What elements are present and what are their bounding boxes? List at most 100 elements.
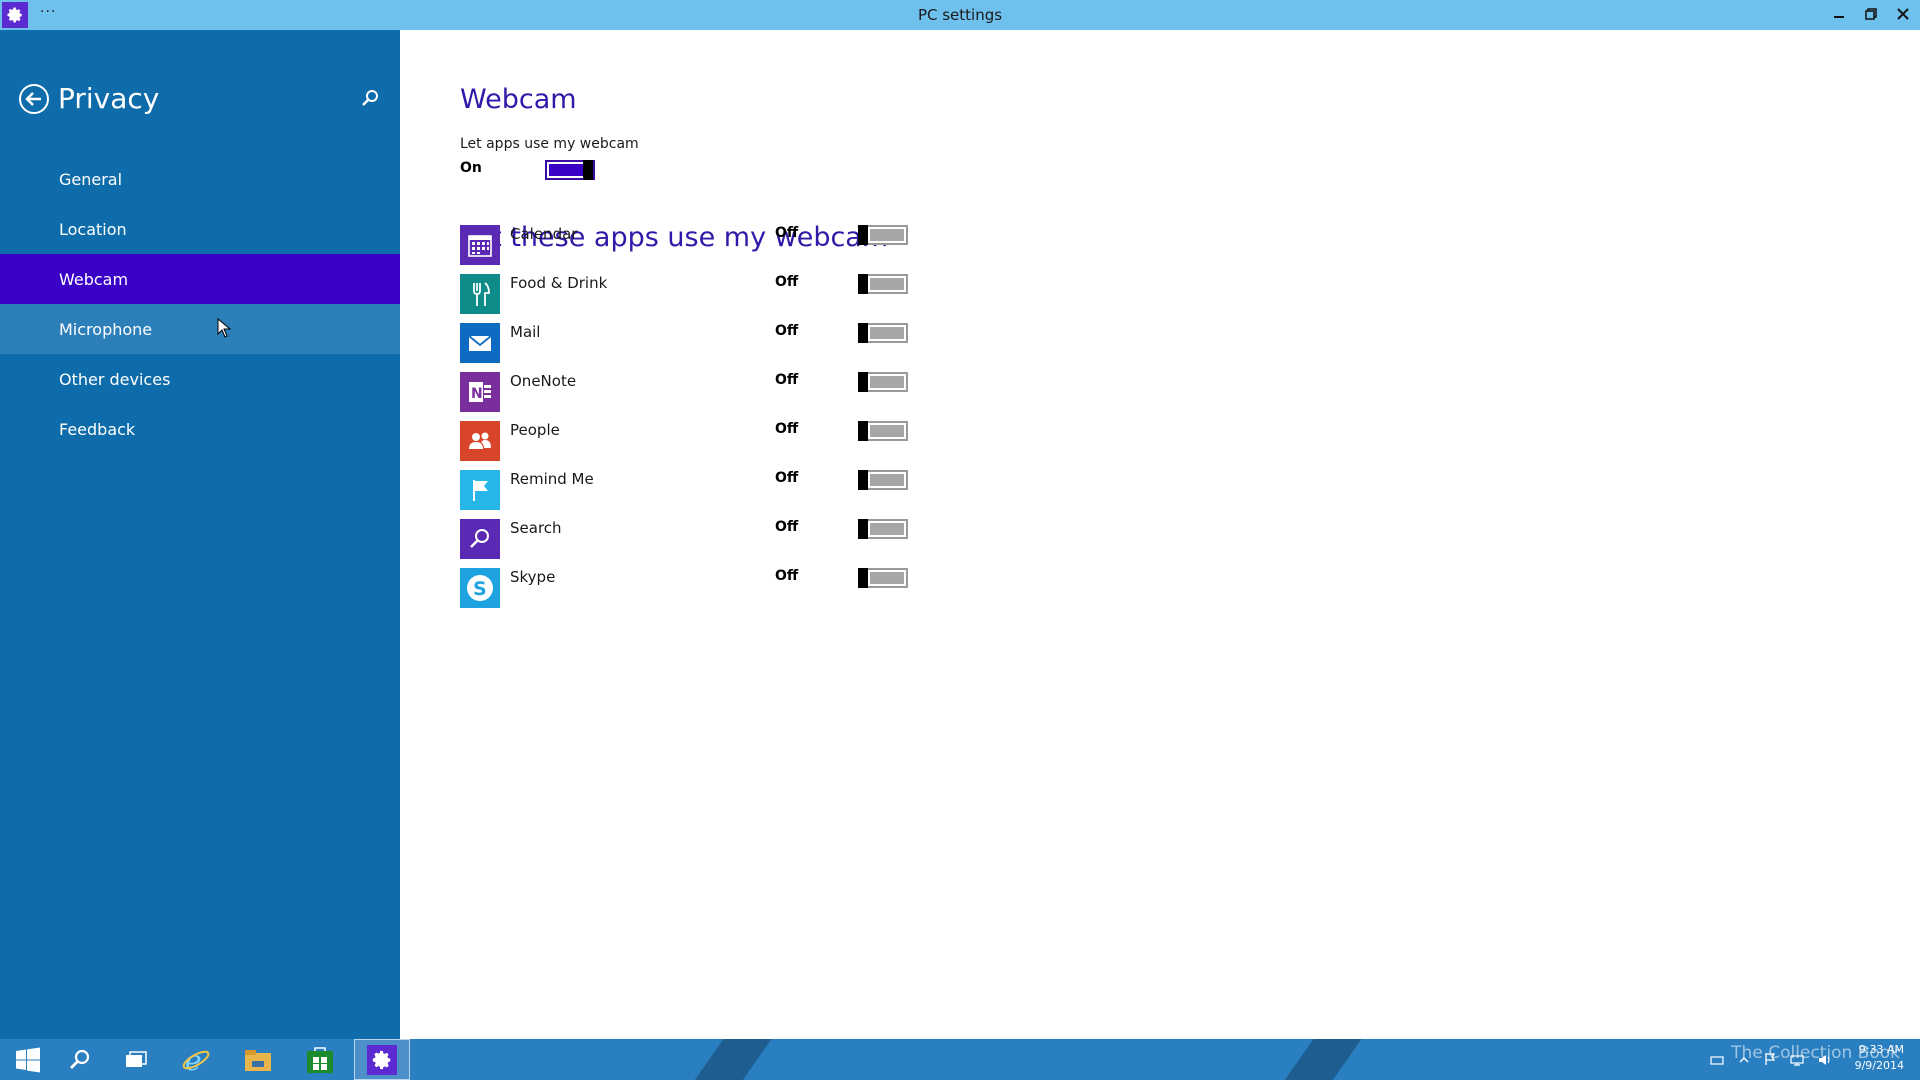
sidebar-item-label: Feedback <box>59 419 136 439</box>
sidebar-item-microphone[interactable]: Microphone <box>0 304 400 354</box>
app-webcam-toggle[interactable] <box>858 421 908 441</box>
sidebar-item-label: Microphone <box>59 319 153 339</box>
pc-settings-taskbar-button[interactable] <box>354 1039 410 1080</box>
master-webcam-toggle[interactable] <box>545 160 595 180</box>
back-arrow-icon[interactable] <box>18 83 50 115</box>
app-toggle-state: Off <box>775 470 799 486</box>
search-icon <box>460 519 500 559</box>
app-webcam-toggle[interactable] <box>858 225 908 245</box>
store-button[interactable] <box>292 1039 348 1080</box>
toggle-fill <box>870 425 904 437</box>
toggle-knob <box>858 568 868 588</box>
app-toggle-state: Off <box>775 274 799 290</box>
app-row: N OneNote Off <box>460 372 920 422</box>
app-toggle-state: Off <box>775 519 799 535</box>
file-explorer-button[interactable] <box>230 1039 286 1080</box>
svg-text:N: N <box>471 386 483 402</box>
toggle-knob <box>858 372 868 392</box>
app-toggle-state: Off <box>775 225 799 241</box>
sidebar-item-label: Webcam <box>59 269 129 289</box>
minimize-button[interactable] <box>1830 4 1848 24</box>
people-icon <box>460 421 500 461</box>
app-row: Search Off <box>460 519 920 569</box>
sidebar-item-label: General <box>59 169 123 189</box>
restore-button[interactable] <box>1862 4 1880 24</box>
sidebar-item-other-devices[interactable]: Other devices <box>0 354 400 404</box>
start-button[interactable] <box>0 1039 56 1080</box>
search-icon[interactable] <box>360 88 382 110</box>
calendar-icon <box>460 225 500 265</box>
app-webcam-toggle[interactable] <box>858 323 908 343</box>
app-name: Mail <box>510 323 541 341</box>
app-name: Search <box>510 519 562 537</box>
toggle-fill <box>870 572 904 584</box>
chevron-up-icon[interactable] <box>1738 1051 1750 1070</box>
toggle-knob <box>858 470 868 490</box>
app-name: OneNote <box>510 372 577 390</box>
sidebar-nav: General Location Webcam Microphone Other… <box>0 154 400 454</box>
toggle-fill <box>870 376 904 388</box>
app-webcam-toggle[interactable] <box>858 519 908 539</box>
sidebar-item-feedback[interactable]: Feedback <box>0 404 400 454</box>
app-toggle-state: Off <box>775 372 799 388</box>
volume-icon[interactable] <box>1818 1051 1832 1070</box>
app-name: People <box>510 421 560 439</box>
clock[interactable]: 9:33 AM 9/9/2014 <box>1855 1042 1904 1074</box>
flag-icon[interactable] <box>1764 1051 1776 1070</box>
toggle-fill <box>549 164 583 176</box>
clock-date: 9/9/2014 <box>1854 1059 1904 1072</box>
fork-knife-icon <box>460 274 500 314</box>
task-view-button[interactable] <box>109 1039 165 1080</box>
toggle-knob <box>858 421 868 441</box>
app-row: Mail Off <box>460 323 920 373</box>
app-row: Remind Me Off <box>460 470 920 520</box>
toggle-knob <box>858 519 868 539</box>
toggle-fill <box>870 327 904 339</box>
app-row: People Off <box>460 421 920 471</box>
mouse-cursor-icon <box>217 317 232 338</box>
app-webcam-toggle[interactable] <box>858 470 908 490</box>
taskbar: e The Collection Book 9:33 AM 9/9/2014 <box>0 1039 1920 1080</box>
keyboard-icon[interactable] <box>1710 1051 1724 1070</box>
sidebar-item-location[interactable]: Location <box>0 204 400 254</box>
clock-time: 9:33 AM <box>1858 1043 1904 1056</box>
app-webcam-toggle[interactable] <box>858 372 908 392</box>
toggle-knob <box>583 160 593 180</box>
skype-icon: S <box>460 568 500 608</box>
toggle-fill <box>870 474 904 486</box>
app-name: Food & Drink <box>510 274 608 292</box>
app-toggle-state: Off <box>775 323 799 339</box>
network-icon[interactable] <box>1790 1051 1804 1070</box>
store-icon <box>307 1046 333 1073</box>
task-view-icon <box>126 1050 147 1067</box>
app-toggle-state: Off <box>775 421 799 437</box>
app-row: S Skype Off <box>460 568 920 618</box>
svg-text:S: S <box>473 578 487 600</box>
close-button[interactable] <box>1894 4 1912 24</box>
app-name: Remind Me <box>510 470 594 488</box>
sidebar-item-general[interactable]: General <box>0 154 400 204</box>
window-controls <box>1830 4 1912 24</box>
app-row: Food & Drink Off <box>460 274 920 324</box>
app-webcam-toggle[interactable] <box>858 274 908 294</box>
app-webcam-toggle[interactable] <box>858 568 908 588</box>
toggle-fill <box>870 278 904 290</box>
sidebar-title: Privacy <box>58 82 160 115</box>
taskbar-search-button[interactable] <box>52 1039 108 1080</box>
envelope-icon <box>460 323 500 363</box>
app-name: Skype <box>510 568 556 586</box>
app-name: Calendar <box>510 225 578 243</box>
folder-icon <box>245 1049 271 1071</box>
app-toggle-state: Off <box>775 568 799 584</box>
sidebar: Privacy General Location Webcam Micropho… <box>0 30 400 1039</box>
toggle-knob <box>858 274 868 294</box>
sidebar-item-label: Location <box>59 219 127 239</box>
gear-icon <box>367 1044 397 1075</box>
toggle-knob <box>858 225 868 245</box>
master-toggle-label: Let apps use my webcam <box>460 136 639 152</box>
windows-logo-icon <box>16 1047 40 1072</box>
sidebar-item-webcam[interactable]: Webcam <box>0 254 400 304</box>
internet-explorer-button[interactable]: e <box>168 1039 224 1080</box>
toggle-knob <box>858 323 868 343</box>
sidebar-item-label: Other devices <box>59 369 171 389</box>
